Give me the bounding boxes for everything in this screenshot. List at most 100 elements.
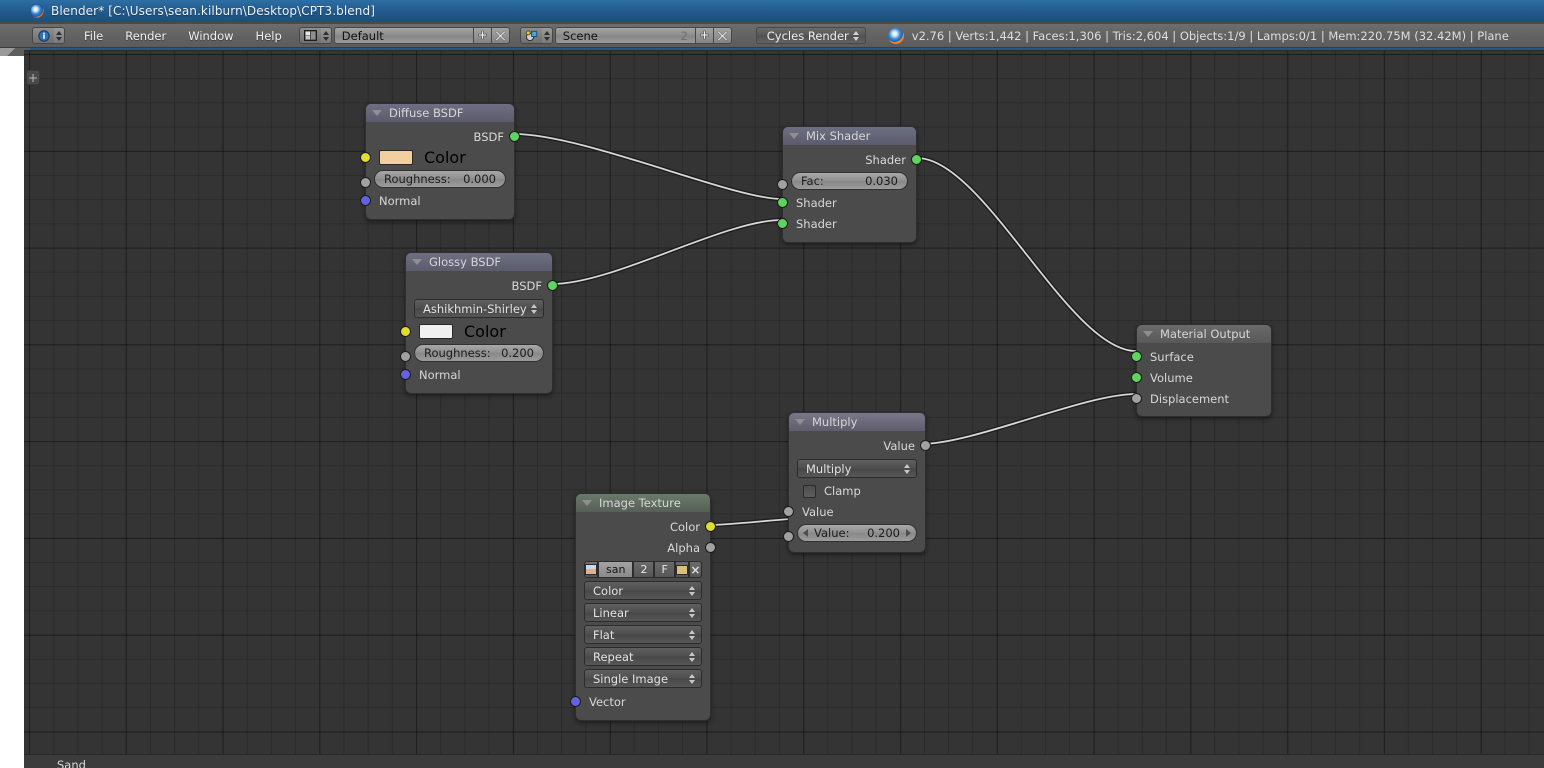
output-label-bsdf: BSDF	[511, 278, 542, 293]
socket-input-volume[interactable]	[1131, 372, 1142, 383]
fac-slider[interactable]: Fac: 0.030	[791, 172, 908, 190]
projection-dropdown[interactable]: Flat	[584, 625, 702, 644]
socket-input-roughness[interactable]	[360, 176, 371, 188]
roughness-slider[interactable]: Roughness: 0.200	[414, 344, 544, 362]
node-body: BSDF Color Roughness: 0.000 Normal	[360, 122, 520, 219]
window-titlebar: Blender* [C:\Users\sean.kilburn\Desktop\…	[0, 0, 1544, 22]
node-glossy-bsdf[interactable]: Glossy BSDF BSDF Ashikhmin-Shirley Color	[400, 252, 558, 394]
node-mix-shader[interactable]: Mix Shader Shader Fac: 0.030 Shader Shad…	[777, 126, 922, 243]
node-diffuse-bsdf[interactable]: Diffuse BSDF BSDF Color Roughness: 0.000	[360, 103, 520, 220]
socket-input-color[interactable]	[400, 326, 411, 337]
open-folder-icon[interactable]	[674, 561, 689, 578]
decrement-arrow-icon[interactable]	[803, 529, 808, 537]
delete-screen-layout-button[interactable]	[491, 27, 510, 44]
info-header-bar: File Render Window Help Default Scene 2 …	[0, 24, 1544, 48]
node-title: Multiply	[812, 415, 858, 429]
socket-output-value[interactable]	[920, 440, 931, 451]
node-header[interactable]: Glossy BSDF	[406, 253, 552, 271]
node-header[interactable]: Multiply	[789, 413, 925, 431]
distribution-dropdown[interactable]: Ashikhmin-Shirley	[414, 299, 544, 318]
node-image-texture[interactable]: Image Texture Color Alpha san 2 F × Colo…	[570, 493, 716, 721]
interpolation-dropdown[interactable]: Linear	[584, 603, 702, 622]
collapse-triangle-icon[interactable]	[412, 259, 422, 265]
clamp-checkbox-row[interactable]: Clamp	[789, 481, 925, 501]
node-header[interactable]: Mix Shader	[783, 127, 916, 145]
socket-input-normal[interactable]	[360, 195, 371, 206]
socket-output-color[interactable]	[705, 521, 716, 532]
menu-window[interactable]: Window	[177, 24, 244, 48]
color-swatch[interactable]	[419, 324, 453, 339]
socket-input-roughness[interactable]	[400, 350, 411, 362]
input-label-displacement: Displacement	[1150, 391, 1230, 406]
image-users-count[interactable]: 2	[633, 561, 655, 578]
unlink-x-icon[interactable]: ×	[688, 561, 702, 578]
menu-help[interactable]: Help	[245, 24, 293, 48]
screen-layout-icon[interactable]	[298, 27, 321, 44]
node-header[interactable]: Material Output	[1137, 325, 1271, 343]
scene-name: Scene	[562, 28, 598, 43]
menu-render[interactable]: Render	[114, 24, 177, 48]
add-scene-button[interactable]	[695, 27, 714, 44]
scene-spinner[interactable]	[541, 27, 553, 44]
screen-layout-spinner[interactable]	[320, 27, 332, 44]
delete-scene-button[interactable]	[713, 27, 732, 44]
operation-dropdown[interactable]: Multiply	[797, 459, 917, 478]
editor-type-spinner[interactable]	[54, 27, 65, 44]
clamp-checkbox[interactable]	[803, 484, 816, 498]
source-dropdown[interactable]: Single Image	[584, 669, 702, 688]
socket-input-color[interactable]	[360, 152, 371, 163]
collapse-triangle-icon[interactable]	[795, 419, 805, 425]
socket-input-displacement[interactable]	[1131, 393, 1142, 404]
node-title: Image Texture	[599, 496, 681, 510]
socket-output-bsdf[interactable]	[547, 280, 558, 291]
socket-output-bsdf[interactable]	[509, 131, 520, 142]
operation-value: Multiply	[806, 461, 852, 476]
color-space-value: Color	[593, 583, 624, 598]
fac-value: 0.030	[865, 174, 898, 188]
color-space-dropdown[interactable]: Color	[584, 581, 702, 600]
input-row-fac: Fac: 0.030	[777, 172, 916, 190]
socket-input-value-2[interactable]	[783, 530, 794, 542]
node-header[interactable]: Diffuse BSDF	[366, 104, 514, 122]
image-name-field[interactable]: san	[598, 561, 634, 578]
socket-input-shader-1[interactable]	[777, 197, 788, 208]
socket-output-alpha[interactable]	[705, 542, 716, 553]
toolbar-toggle-plus-icon[interactable]: +	[26, 70, 40, 85]
value-slider[interactable]: Value: 0.200	[797, 524, 917, 542]
image-fake-user-toggle[interactable]: F	[654, 561, 675, 578]
collapse-triangle-icon[interactable]	[789, 133, 799, 139]
socket-input-shader-2[interactable]	[777, 218, 788, 229]
menu-file[interactable]: File	[73, 24, 114, 48]
input-label-normal: Normal	[419, 367, 461, 382]
node-multiply-math[interactable]: Multiply Value Multiply Clamp Value Valu…	[783, 412, 931, 553]
collapse-triangle-icon[interactable]	[372, 110, 382, 116]
add-screen-layout-button[interactable]	[473, 27, 492, 44]
socket-input-fac[interactable]	[777, 178, 788, 190]
collapse-triangle-icon[interactable]	[582, 500, 592, 506]
node-editor-canvas[interactable]: Diffuse BSDF BSDF Color Roughness: 0.000	[24, 50, 1544, 768]
node-material-output[interactable]: Material Output Surface Volume Displacem…	[1131, 324, 1272, 417]
screen-layout-name-field[interactable]: Default	[333, 27, 474, 44]
socket-input-normal[interactable]	[400, 369, 411, 380]
extension-dropdown[interactable]: Repeat	[584, 647, 702, 666]
input-row-roughness: Roughness: 0.000	[360, 170, 514, 188]
color-swatch[interactable]	[379, 150, 413, 165]
node-body: BSDF Ashikhmin-Shirley Color Roughness: …	[400, 271, 558, 393]
increment-arrow-icon[interactable]	[906, 529, 911, 537]
output-label-color: Color	[669, 519, 700, 534]
socket-input-value-1[interactable]	[783, 506, 794, 517]
render-engine-dropdown[interactable]: Cycles Render	[755, 27, 866, 44]
image-thumbnail-icon[interactable]	[584, 561, 598, 578]
socket-input-vector[interactable]	[570, 696, 581, 707]
scene-icon[interactable]	[519, 27, 542, 44]
input-row-value-1: Value	[783, 501, 925, 522]
socket-input-surface[interactable]	[1131, 351, 1142, 362]
input-row-volume: Volume	[1131, 367, 1271, 388]
node-header[interactable]: Image Texture	[576, 494, 710, 512]
socket-output-shader[interactable]	[911, 154, 922, 165]
roughness-label: Roughness:	[384, 172, 451, 186]
collapse-triangle-icon[interactable]	[1143, 331, 1153, 337]
scene-name-field[interactable]: Scene 2	[554, 27, 696, 44]
roughness-slider[interactable]: Roughness: 0.000	[374, 170, 506, 188]
editor-type-selector[interactable]	[32, 27, 65, 44]
